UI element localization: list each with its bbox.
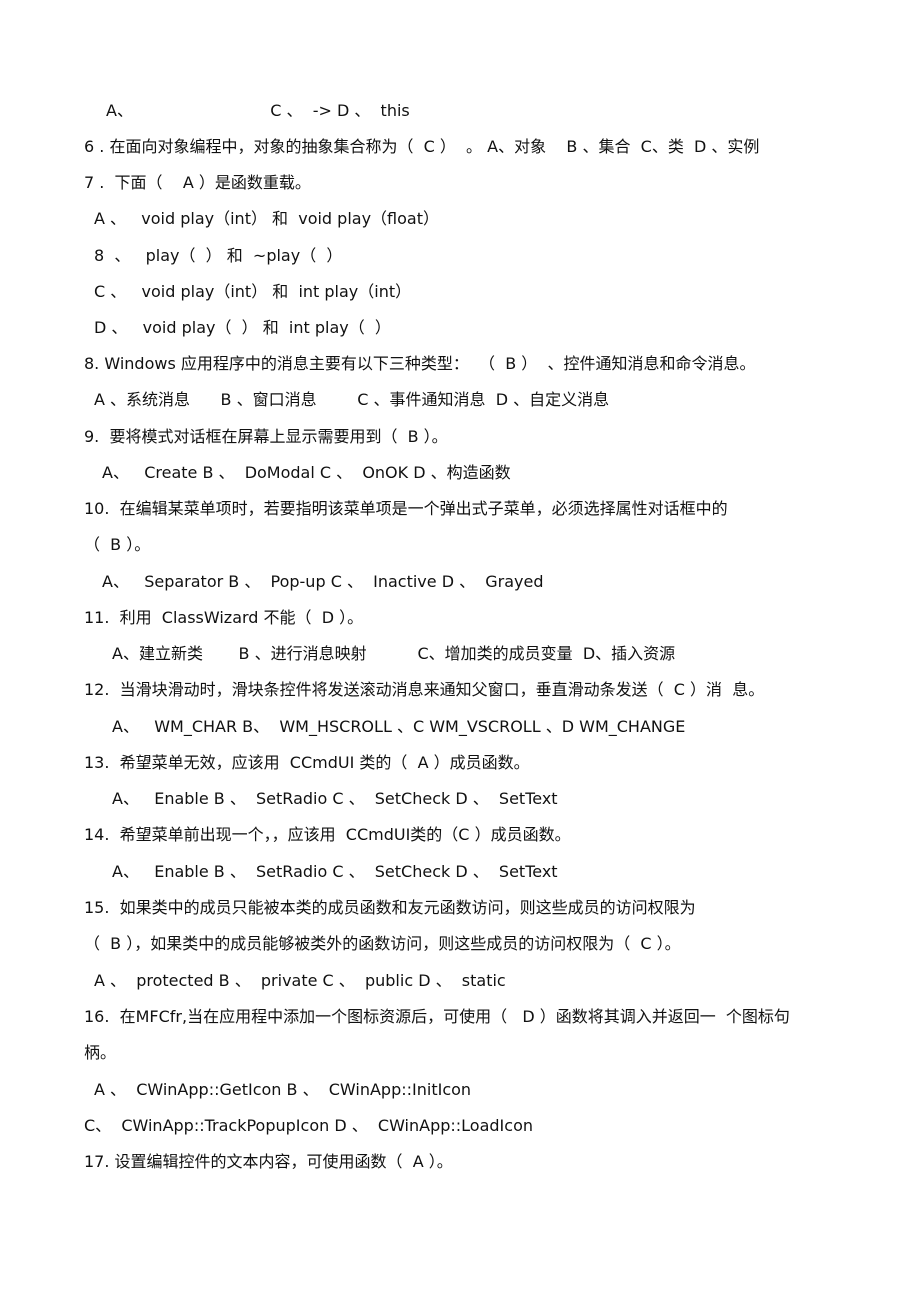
question-7-option-b: 8 、 play（ ） 和 ~play（ ） xyxy=(94,246,343,265)
question-15-options: A 、 protected B 、 private C 、 public D 、… xyxy=(94,971,506,990)
question-11-options: A、建立新类 B 、进行消息映射 C、增加类的成员变量 D、插入资源 xyxy=(112,644,676,663)
question-15-continued: （ B ），如果类中的成员能够被类外的函数访问，则这些成员的访问权限为（ C ）… xyxy=(84,934,681,953)
question-8-options: A 、系统消息 B 、窗口消息 C 、事件通知消息 D 、自定义消息 xyxy=(94,390,610,409)
question-6: 6 . 在面向对象编程中，对象的抽象集合称为（ C ） 。 A、对象 B 、集合… xyxy=(84,137,760,156)
question-8: 8. Windows 应用程序中的消息主要有以下三种类型： （ B ） 、控件通… xyxy=(84,354,756,373)
question-16-options-ab: A 、 CWinApp::GetIcon B 、 CWinApp::InitIc… xyxy=(94,1080,472,1099)
question-10: 10. 在编辑某菜单项时，若要指明该菜单项是一个弹出式子菜单，必须选择属性对话框… xyxy=(84,499,728,518)
question-14-options: A、 Enable B 、 SetRadio C 、 SetCheck D 、 … xyxy=(112,862,558,881)
question-16: 16. 在MFCfr,当在应用程中添加一个图标资源后，可使用（ D ）函数将其调… xyxy=(84,1007,790,1026)
question-7-option-d: D 、 void play（ ） 和 int play（ ） xyxy=(94,318,391,337)
question-7-option-c: C 、 void play（int） 和 int play（int） xyxy=(94,282,412,301)
question-9: 9. 要将模式对话框在屏幕上显示需要用到（ B ）。 xyxy=(84,427,448,446)
question-12-options: A、 WM_CHAR B、 WM_HSCROLL 、C WM_VSCROLL 、… xyxy=(112,717,686,736)
question-15: 15. 如果类中的成员只能被本类的成员函数和友元函数访问，则这些成员的访问权限为 xyxy=(84,898,696,917)
question-12: 12. 当滑块滑动时，滑块条控件将发送滚动消息来通知父窗口，垂直滑动条发送（ C… xyxy=(84,680,765,699)
question-10-options: A、 Separator B 、 Pop-up C 、 Inactive D 、… xyxy=(102,572,544,591)
question-9-options: A、 Create B 、 DoModal C 、 OnOK D 、构造函数 xyxy=(102,463,511,482)
question-14: 14. 希望菜单前出现一个，，应该用 CCmdUI类的（C ）成员函数。 xyxy=(84,825,571,844)
question-7: 7 . 下面（ A ）是函数重载。 xyxy=(84,173,311,192)
question-10-continued: （ B ）。 xyxy=(84,535,151,554)
question-17: 17. 设置编辑控件的文本内容，可使用函数（ A ）。 xyxy=(84,1152,453,1171)
question-7-option-a: A 、 void play（int） 和 void play（float） xyxy=(94,209,439,228)
q5-options-line: A、 C 、 -> D 、 this xyxy=(106,101,410,120)
question-16-continued: 柄。 xyxy=(84,1043,117,1062)
question-16-options-cd: C、 CWinApp::TrackPopupIcon D 、 CWinApp::… xyxy=(84,1116,534,1135)
question-13-options: A、 Enable B 、 SetRadio C 、 SetCheck D 、 … xyxy=(112,789,558,808)
question-11: 11. 利用 ClassWizard 不能（ D ）。 xyxy=(84,608,364,627)
question-13: 13. 希望菜单无效，应该用 CCmdUI 类的（ A ）成员函数。 xyxy=(84,753,530,772)
